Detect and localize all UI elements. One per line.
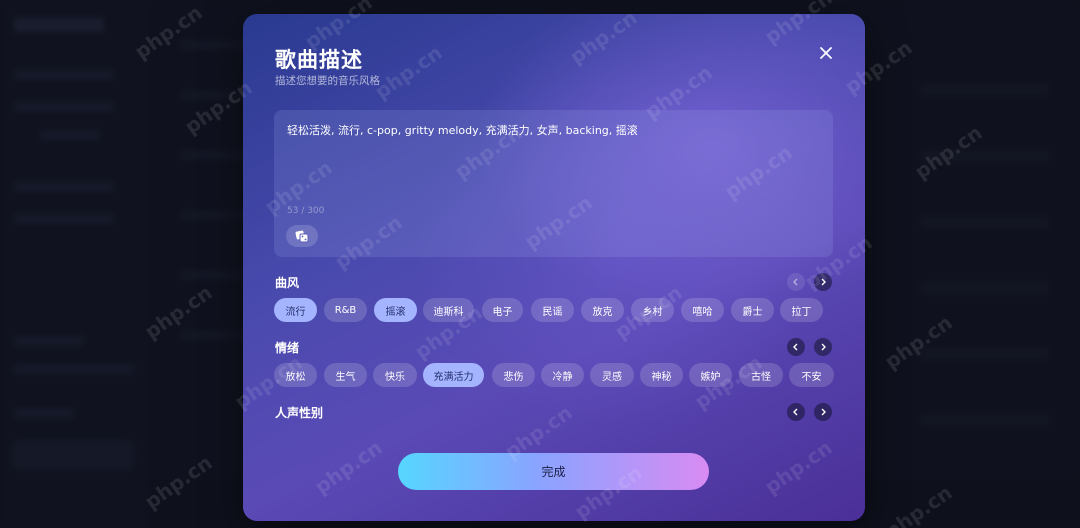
close-icon	[820, 47, 832, 59]
mood-tag[interactable]: 生气	[324, 363, 367, 387]
chevron-right-icon	[821, 343, 826, 351]
genre-tag[interactable]: 摇滚	[374, 298, 417, 322]
chevron-left-icon	[793, 343, 798, 351]
description-input[interactable]: 轻松活泼, 流行, c-pop, gritty melody, 充满活力, 女声…	[287, 122, 817, 138]
genre-tag[interactable]: 流行	[274, 298, 317, 322]
chevron-right-icon	[821, 408, 826, 416]
genre-tag[interactable]: 迪斯科	[423, 298, 474, 322]
mood-label: 情绪	[275, 341, 300, 355]
vocal-gender-label: 人声性别	[275, 406, 324, 420]
chevron-right-icon	[821, 278, 826, 286]
genre-tag[interactable]: 民谣	[531, 298, 574, 322]
chevron-left-icon	[793, 408, 798, 416]
modal-subtitle: 描述您想要的音乐风格	[275, 75, 380, 87]
genre-next-button[interactable]	[814, 273, 832, 291]
mood-prev-button[interactable]	[787, 338, 805, 356]
mood-tag[interactable]: 悲伤	[492, 363, 535, 387]
done-button[interactable]: 完成	[398, 453, 709, 490]
genre-prev-button[interactable]	[787, 273, 805, 291]
genre-tag[interactable]: 拉丁	[780, 298, 823, 322]
genre-tag[interactable]: R&B	[324, 298, 367, 322]
random-prompt-button[interactable]	[286, 225, 318, 247]
song-description-modal: 歌曲描述 描述您想要的音乐风格 轻松活泼, 流行, c-pop, gritty …	[243, 14, 865, 521]
genre-tag[interactable]: 放克	[581, 298, 624, 322]
mood-tag[interactable]: 放松	[274, 363, 317, 387]
mood-tag[interactable]: 嫉妒	[689, 363, 732, 387]
vocal-prev-button[interactable]	[787, 403, 805, 421]
dice-icon	[295, 230, 309, 243]
genre-tag-row: 流行 R&B 摇滚 迪斯科 电子 民谣 放克 乡村 嘻哈 爵士 拉丁	[274, 298, 834, 322]
mood-tag[interactable]: 灵感	[590, 363, 634, 387]
genre-tag[interactable]: 乡村	[631, 298, 674, 322]
description-box: 轻松活泼, 流行, c-pop, gritty melody, 充满活力, 女声…	[274, 110, 833, 257]
mood-tag[interactable]: 冷静	[541, 363, 584, 387]
genre-label: 曲风	[275, 276, 300, 290]
chevron-left-icon	[793, 278, 798, 286]
mood-tag[interactable]: 不安	[789, 363, 834, 387]
mood-tag-row: 放松 生气 快乐 充满活力 悲伤 冷静 灵感 神秘 嫉妒 古怪 不安	[274, 363, 834, 387]
genre-tag[interactable]: 电子	[482, 298, 523, 322]
mood-tag[interactable]: 快乐	[373, 363, 417, 387]
genre-tag[interactable]: 爵士	[731, 298, 774, 322]
genre-tag[interactable]: 嘻哈	[681, 298, 724, 322]
vocal-next-button[interactable]	[814, 403, 832, 421]
close-button[interactable]	[817, 44, 835, 62]
mood-tag[interactable]: 古怪	[739, 363, 783, 387]
modal-title: 歌曲描述	[275, 48, 363, 72]
mood-next-button[interactable]	[814, 338, 832, 356]
mood-tag[interactable]: 充满活力	[423, 363, 484, 387]
char-count: 53 / 300	[287, 206, 325, 216]
mood-tag[interactable]: 神秘	[640, 363, 683, 387]
